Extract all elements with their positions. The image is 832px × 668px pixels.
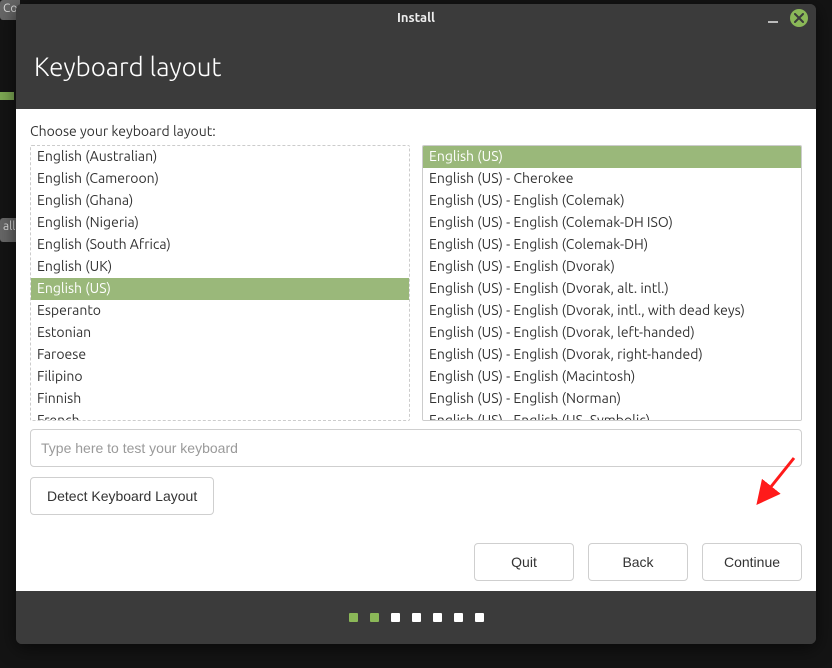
variant-item[interactable]: English (US) - English (Norman) bbox=[423, 388, 801, 410]
layout-item[interactable]: Filipino bbox=[31, 366, 409, 388]
layout-item[interactable]: English (South Africa) bbox=[31, 234, 409, 256]
layout-item[interactable]: English (Cameroon) bbox=[31, 168, 409, 190]
window-title: Install bbox=[397, 11, 435, 25]
variant-item[interactable]: English (US) - English (Colemak-DH ISO) bbox=[423, 212, 801, 234]
keyboard-test-input[interactable] bbox=[30, 429, 802, 467]
variant-item[interactable]: English (US) - English (Dvorak) bbox=[423, 256, 801, 278]
detect-row: Detect Keyboard Layout bbox=[30, 477, 802, 515]
test-input-row bbox=[30, 429, 802, 467]
layout-item[interactable]: French bbox=[31, 410, 409, 421]
variant-item[interactable]: English (US) - English (US, Symbolic) bbox=[423, 410, 801, 421]
layout-lists-row: English (Australian)English (Cameroon)En… bbox=[30, 145, 802, 421]
layout-item[interactable]: Finnish bbox=[31, 388, 409, 410]
pager-dot bbox=[349, 613, 358, 622]
layout-item[interactable]: English (Australian) bbox=[31, 146, 409, 168]
desktop-fragment-green bbox=[0, 92, 14, 100]
variant-item[interactable]: English (US) - English (Dvorak, right-ha… bbox=[423, 344, 801, 366]
installer-window: Install Keyboard layout Choose your keyb… bbox=[16, 4, 816, 644]
layout-item[interactable]: English (UK) bbox=[31, 256, 409, 278]
layout-item[interactable]: Esperanto bbox=[31, 300, 409, 322]
variant-item[interactable]: English (US) - English (Colemak-DH) bbox=[423, 234, 801, 256]
close-icon bbox=[794, 13, 804, 23]
pager-dot bbox=[391, 613, 400, 622]
layout-item[interactable]: Faroese bbox=[31, 344, 409, 366]
minimize-button[interactable] bbox=[764, 8, 782, 26]
progress-pager bbox=[16, 591, 816, 644]
layout-item[interactable]: English (Ghana) bbox=[31, 190, 409, 212]
page-title: Keyboard layout bbox=[34, 52, 221, 81]
variants-listbox[interactable]: English (US)English (US) - CherokeeEngli… bbox=[422, 145, 802, 421]
variant-item[interactable]: English (US) bbox=[423, 146, 801, 168]
layouts-listbox[interactable]: English (Australian)English (Cameroon)En… bbox=[30, 145, 410, 421]
variant-item[interactable]: English (US) - Cherokee bbox=[423, 168, 801, 190]
back-button[interactable]: Back bbox=[588, 543, 688, 581]
pager-dot bbox=[412, 613, 421, 622]
page-header: Keyboard layout bbox=[16, 32, 816, 109]
pager-dot bbox=[433, 613, 442, 622]
layout-item[interactable]: Estonian bbox=[31, 322, 409, 344]
titlebar: Install bbox=[16, 4, 816, 32]
footer-buttons: Quit Back Continue bbox=[30, 515, 802, 581]
variant-item[interactable]: English (US) - English (Dvorak, alt. int… bbox=[423, 278, 801, 300]
detect-layout-button[interactable]: Detect Keyboard Layout bbox=[30, 477, 214, 515]
variant-item[interactable]: English (US) - English (Dvorak, left-han… bbox=[423, 322, 801, 344]
continue-button[interactable]: Continue bbox=[702, 543, 802, 581]
minimize-icon bbox=[768, 21, 778, 23]
layout-item[interactable]: English (US) bbox=[31, 278, 409, 300]
pager-dot bbox=[454, 613, 463, 622]
content-area: Choose your keyboard layout: English (Au… bbox=[16, 109, 816, 591]
variant-item[interactable]: English (US) - English (Colemak) bbox=[423, 190, 801, 212]
pager-dot bbox=[370, 613, 379, 622]
variant-item[interactable]: English (US) - English (Macintosh) bbox=[423, 366, 801, 388]
prompt-label: Choose your keyboard layout: bbox=[30, 123, 802, 139]
layout-item[interactable]: English (Nigeria) bbox=[31, 212, 409, 234]
pager-dot bbox=[475, 613, 484, 622]
quit-button[interactable]: Quit bbox=[474, 543, 574, 581]
variant-item[interactable]: English (US) - English (Dvorak, intl., w… bbox=[423, 300, 801, 322]
close-button[interactable] bbox=[790, 9, 808, 27]
